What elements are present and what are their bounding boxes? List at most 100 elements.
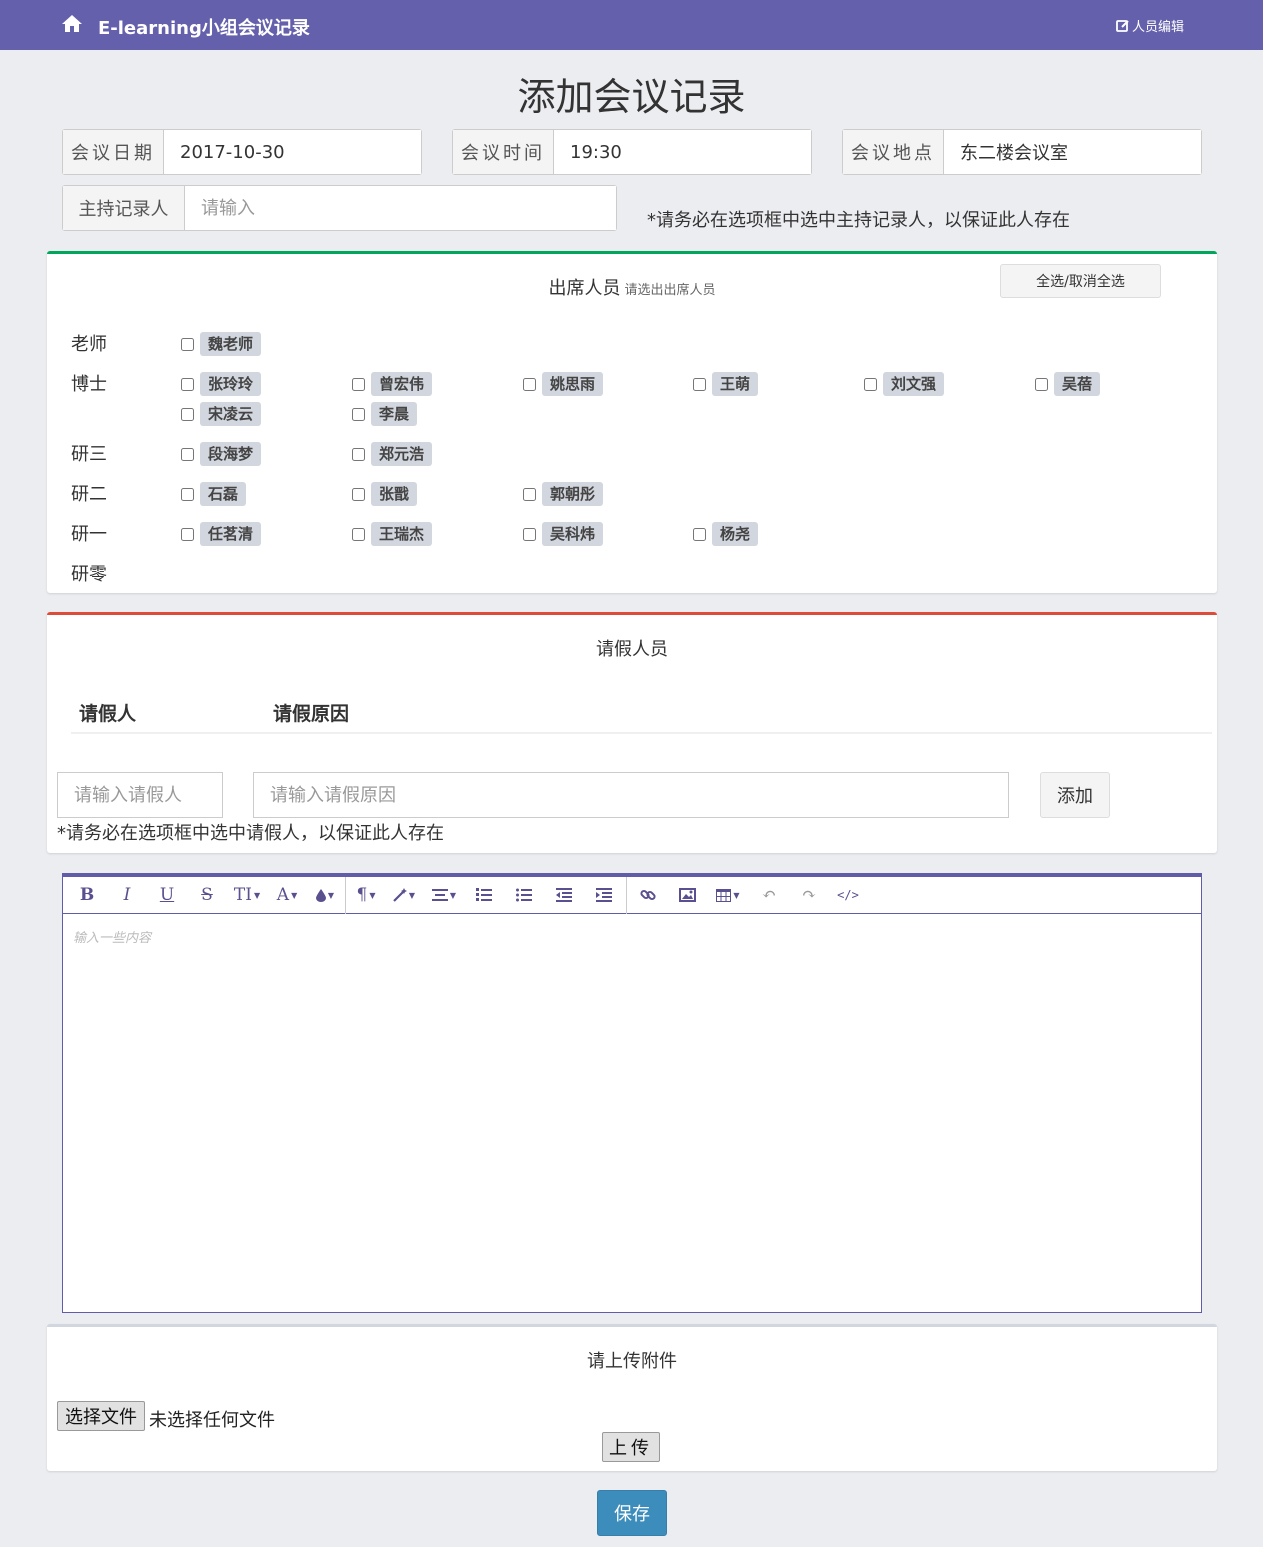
background-color-icon[interactable]: ▼: [307, 880, 343, 910]
attendee-checkbox[interactable]: [693, 527, 706, 541]
attendee-item[interactable]: 李晨: [352, 402, 418, 426]
attendee-item[interactable]: 曾宏伟: [352, 372, 433, 396]
editor-toolbar: B I U S TI ▼ A ▼ ▼ ¶ ▼ ▼ ▼ ▼ ↶ ↷ </>: [63, 876, 1201, 914]
code-view-icon[interactable]: </>: [829, 880, 867, 910]
attendee-item[interactable]: 王萌: [693, 372, 759, 396]
leave-title: 请假人员: [596, 639, 668, 660]
attendee-item[interactable]: 郭朝彤: [523, 482, 604, 506]
attendee-checkbox[interactable]: [523, 527, 536, 541]
leave-panel: 请假人员 请假人 请假原因 添加 *请务必在选项框中选中请假人，以保证此人存在: [47, 612, 1217, 853]
attendee-checkbox[interactable]: [352, 447, 365, 461]
attendee-checkbox[interactable]: [181, 487, 194, 501]
host-group: 主持记录人: [62, 185, 617, 231]
attendee-item[interactable]: 郑元浩: [352, 442, 433, 466]
meeting-time-input[interactable]: [554, 130, 811, 174]
italic-icon[interactable]: I: [107, 880, 147, 910]
host-hint: *请务必在选项框中选中主持记录人，以保证此人存在: [647, 210, 1070, 231]
indent-icon[interactable]: [584, 880, 624, 910]
save-button[interactable]: 保存: [597, 1490, 667, 1536]
attendee-item[interactable]: 段海梦: [181, 442, 262, 466]
attendee-item[interactable]: 姚思雨: [523, 372, 604, 396]
attendee-item[interactable]: 刘文强: [864, 372, 945, 396]
host-input[interactable]: [185, 186, 616, 230]
staff-edit-link[interactable]: 人员编辑: [1116, 16, 1184, 35]
attendee-checkbox[interactable]: [181, 447, 194, 461]
outdent-icon[interactable]: [544, 880, 584, 910]
link-icon[interactable]: [629, 880, 667, 910]
attendee-checkbox[interactable]: [523, 487, 536, 501]
underline-icon[interactable]: U: [147, 880, 187, 910]
attendee-item[interactable]: 杨尧: [693, 522, 759, 546]
attendee-name-tag: 郭朝彤: [542, 482, 604, 506]
page-title: 添加会议记录: [517, 75, 746, 119]
meeting-place-input[interactable]: [944, 130, 1201, 174]
toolbar-separator: [345, 876, 346, 914]
attendee-item[interactable]: 张玲玲: [181, 372, 262, 396]
attendee-item[interactable]: 任茗清: [181, 522, 262, 546]
magic-wand-icon[interactable]: ▼: [384, 880, 424, 910]
select-all-button[interactable]: 全选/取消全选: [1000, 264, 1161, 298]
meeting-time-label: 会议时间: [453, 130, 554, 174]
leave-hint: *请务必在选项框中选中请假人，以保证此人存在: [57, 823, 444, 844]
attendee-checkbox[interactable]: [693, 377, 706, 391]
ordered-list-icon[interactable]: [464, 880, 504, 910]
attendee-item[interactable]: 吴科炜: [523, 522, 604, 546]
attendee-checkbox[interactable]: [864, 377, 877, 391]
attendee-checkbox[interactable]: [1035, 377, 1048, 391]
attendee-item[interactable]: 石磊: [181, 482, 247, 506]
home-icon[interactable]: [60, 12, 84, 36]
image-icon[interactable]: [667, 880, 707, 910]
leave-col-person: 请假人: [79, 703, 137, 725]
attendee-checkbox[interactable]: [523, 377, 536, 391]
attendee-name-tag: 吴科炜: [542, 522, 604, 546]
attendee-checkbox[interactable]: [181, 377, 194, 391]
font-color-glyph: A: [276, 885, 290, 905]
attendee-checkbox[interactable]: [181, 407, 194, 421]
font-color-icon[interactable]: A ▼: [267, 880, 307, 910]
attendee-name-tag: 张玲玲: [200, 372, 262, 396]
attendee-checkbox[interactable]: [352, 377, 365, 391]
attendee-name-tag: 吴蓓: [1054, 372, 1101, 396]
attendee-name-tag: 任茗清: [200, 522, 262, 546]
attendee-item[interactable]: 王瑞杰: [352, 522, 433, 546]
brand-title[interactable]: E-learning小组会议记录: [98, 14, 310, 40]
meeting-date-label: 会议日期: [63, 130, 164, 174]
attendee-name-tag: 王萌: [712, 372, 759, 396]
attendee-name-tag: 李晨: [371, 402, 418, 426]
attendee-item[interactable]: 魏老师: [181, 332, 262, 356]
paragraph-icon[interactable]: ¶ ▼: [348, 880, 384, 910]
font-size-icon[interactable]: TI ▼: [227, 880, 267, 910]
attendee-checkbox[interactable]: [181, 527, 194, 541]
attendee-checkbox[interactable]: [352, 527, 365, 541]
attendee-item[interactable]: 张戬: [352, 482, 418, 506]
attendee-name-tag: 宋凌云: [200, 402, 262, 426]
editor-placeholder[interactable]: 输入一些内容: [73, 927, 151, 946]
toolbar-separator: [626, 876, 627, 914]
attendee-item[interactable]: 宋凌云: [181, 402, 262, 426]
group-label: 研三: [71, 444, 107, 465]
redo-icon[interactable]: ↷: [789, 880, 829, 910]
add-leave-button[interactable]: 添加: [1040, 772, 1110, 818]
paragraph-glyph: ¶: [356, 885, 368, 905]
align-icon[interactable]: ▼: [424, 880, 464, 910]
table-icon[interactable]: ▼: [707, 880, 749, 910]
edit-icon: [1116, 19, 1129, 32]
attendee-checkbox[interactable]: [352, 407, 365, 421]
unordered-list-icon[interactable]: [504, 880, 544, 910]
undo-icon[interactable]: ↶: [749, 880, 789, 910]
attendee-item[interactable]: 吴蓓: [1035, 372, 1101, 396]
bold-icon[interactable]: B: [67, 880, 107, 910]
attendee-name-tag: 郑元浩: [371, 442, 433, 466]
attendee-checkbox[interactable]: [352, 487, 365, 501]
leave-col-reason: 请假原因: [273, 703, 350, 725]
meeting-date-input[interactable]: [164, 130, 421, 174]
attendee-checkbox[interactable]: [181, 337, 194, 351]
leave-reason-input[interactable]: [253, 772, 1009, 818]
strikethrough-icon[interactable]: S: [187, 880, 227, 910]
upload-button[interactable]: 上传: [602, 1432, 660, 1462]
choose-file-button[interactable]: 选择文件: [57, 1401, 145, 1431]
leave-person-input[interactable]: [57, 772, 223, 818]
staff-edit-label: 人员编辑: [1132, 20, 1185, 35]
group-label: 研二: [71, 484, 107, 505]
group-label: 博士: [71, 374, 107, 395]
